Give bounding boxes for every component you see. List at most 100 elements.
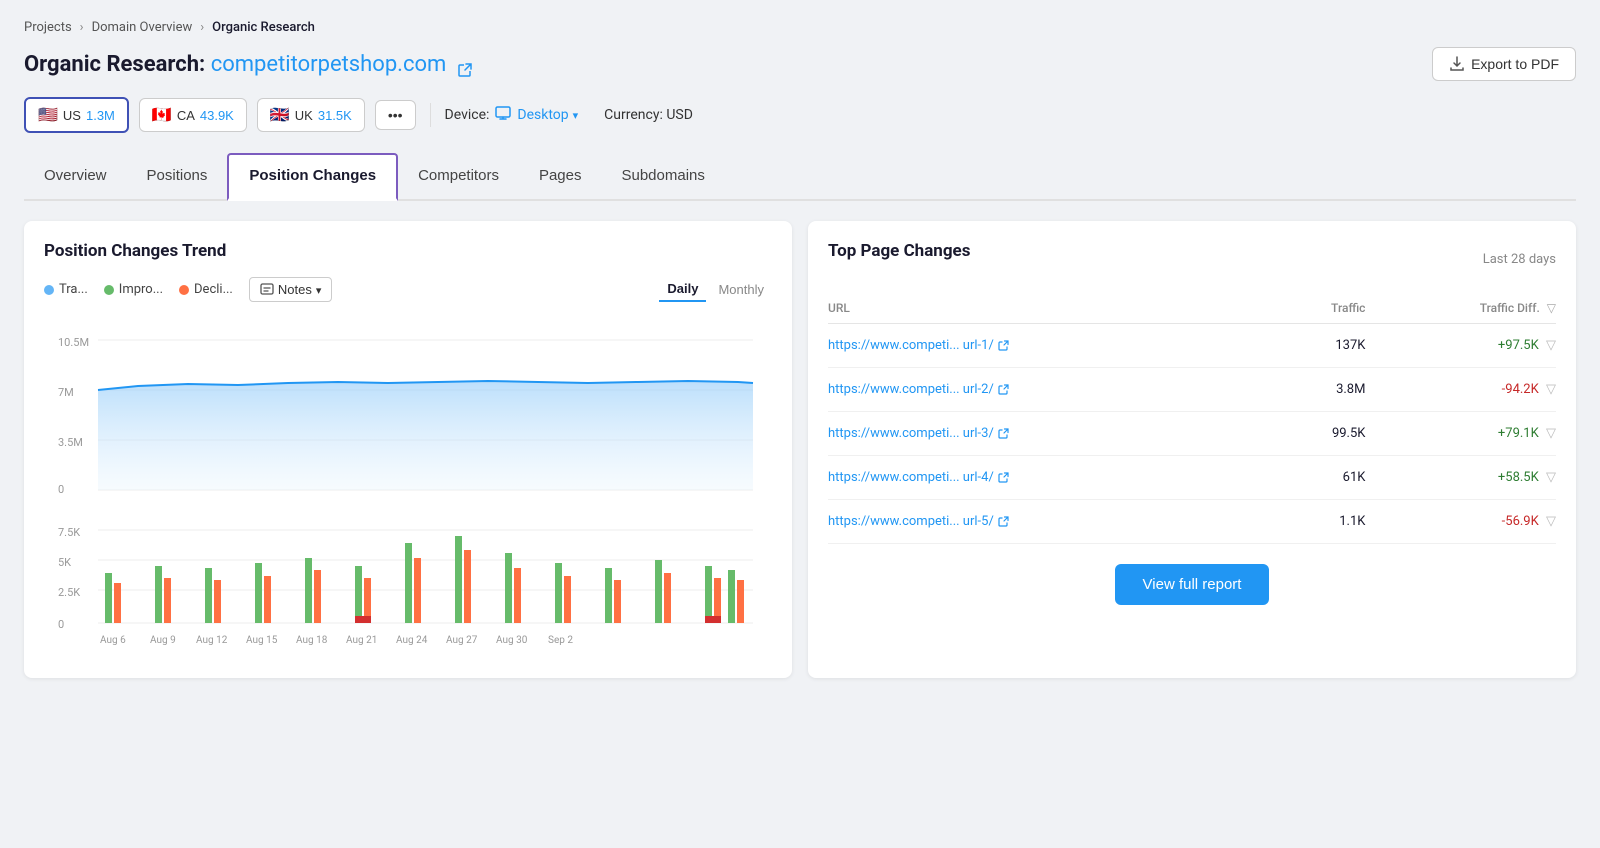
- url-link[interactable]: https://www.competi... url-5/: [828, 514, 1280, 529]
- svg-text:Aug 18: Aug 18: [296, 635, 328, 646]
- svg-text:10.5M: 10.5M: [58, 336, 89, 349]
- chart-controls: Tra... Impro... Decli... Notes: [44, 277, 772, 302]
- row-filter-icon[interactable]: ▽: [1546, 470, 1556, 485]
- period-label: Last 28 days: [1483, 252, 1556, 267]
- tab-overview[interactable]: Overview: [24, 153, 127, 201]
- table-row: https://www.competi... url-2/ 3.8M -94.2…: [828, 368, 1556, 412]
- country-uk-button[interactable]: 🇬🇧 UK 31.5K: [257, 98, 365, 132]
- legend-declined: Decli...: [179, 282, 233, 297]
- monitor-icon: [495, 106, 513, 124]
- svg-text:Aug 9: Aug 9: [150, 635, 176, 646]
- svg-text:0: 0: [58, 618, 64, 631]
- tab-position-changes[interactable]: Position Changes: [227, 153, 398, 201]
- svg-text:Aug 30: Aug 30: [496, 635, 528, 646]
- url-link[interactable]: https://www.competi... url-4/: [828, 470, 1280, 485]
- url-link[interactable]: https://www.competi... url-1/: [828, 338, 1280, 353]
- trend-chart: 10.5M 7M 3.5M 0: [44, 318, 772, 658]
- view-full-report-button[interactable]: View full report: [1115, 564, 1270, 605]
- ca-flag: 🇨🇦: [152, 105, 172, 125]
- svg-text:2.5K: 2.5K: [58, 586, 80, 599]
- nav-tabs: Overview Positions Position Changes Comp…: [24, 153, 1576, 201]
- external-link-icon: [998, 428, 1009, 439]
- external-link-icon: [998, 384, 1009, 395]
- tab-positions[interactable]: Positions: [127, 153, 228, 201]
- row-filter-icon[interactable]: ▽: [1546, 514, 1556, 529]
- url-cell: https://www.competi... url-4/: [828, 456, 1280, 500]
- table-row: https://www.competi... url-3/ 99.5K +79.…: [828, 412, 1556, 456]
- url-link[interactable]: https://www.competi... url-3/: [828, 426, 1280, 441]
- url-cell: https://www.competi... url-3/: [828, 412, 1280, 456]
- breadcrumb-projects[interactable]: Projects: [24, 20, 72, 35]
- legend-traffic: Tra...: [44, 282, 88, 297]
- row-filter-icon[interactable]: ▽: [1546, 382, 1556, 397]
- tab-subdomains[interactable]: Subdomains: [601, 153, 724, 201]
- svg-text:7M: 7M: [58, 386, 74, 399]
- more-countries-button[interactable]: •••: [375, 100, 416, 130]
- country-us-button[interactable]: 🇺🇸 US 1.3M: [24, 97, 129, 133]
- export-pdf-button[interactable]: Export to PDF: [1432, 47, 1576, 81]
- table-header-row: URL Traffic Traffic Diff. ▽: [828, 293, 1556, 324]
- row-filter-icon[interactable]: ▽: [1546, 426, 1556, 441]
- legend-dot-traffic: [44, 285, 54, 295]
- tab-competitors[interactable]: Competitors: [398, 153, 519, 201]
- svg-text:Aug 21: Aug 21: [346, 635, 377, 646]
- svg-text:7.5K: 7.5K: [58, 526, 80, 539]
- tab-pages[interactable]: Pages: [519, 153, 602, 201]
- table-row: https://www.competi... url-4/ 61K +58.5K…: [828, 456, 1556, 500]
- traffic-cell: 61K: [1280, 456, 1366, 500]
- diff-cell: -94.2K ▽: [1365, 368, 1556, 412]
- svg-text:5K: 5K: [58, 556, 71, 569]
- legend-dot-improved: [104, 285, 114, 295]
- svg-text:Aug 24: Aug 24: [396, 635, 428, 646]
- diff-cell: +97.5K ▽: [1365, 324, 1556, 368]
- diff-cell: +79.1K ▽: [1365, 412, 1556, 456]
- external-link-icon: [998, 472, 1009, 483]
- row-filter-icon[interactable]: ▽: [1546, 338, 1556, 353]
- legend-dot-declined: [179, 285, 189, 295]
- upload-icon: [1449, 56, 1465, 72]
- filter-icon[interactable]: ▽: [1547, 301, 1556, 315]
- url-cell: https://www.competi... url-2/: [828, 368, 1280, 412]
- page-title: Organic Research: competitorpetshop.com: [24, 52, 472, 77]
- chevron-down-icon: [573, 107, 579, 123]
- svg-text:3.5M: 3.5M: [58, 436, 83, 449]
- device-selector: Device: Desktop: [445, 106, 579, 124]
- trend-card-title: Position Changes Trend: [44, 241, 772, 261]
- traffic-cell: 137K: [1280, 324, 1366, 368]
- svg-text:Aug 6: Aug 6: [100, 635, 126, 646]
- col-traffic: Traffic: [1280, 293, 1366, 324]
- notes-button[interactable]: Notes: [249, 277, 333, 302]
- diff-cell: +58.5K ▽: [1365, 456, 1556, 500]
- top-page-changes-card: Top Page Changes Last 28 days URL Traffi…: [808, 221, 1576, 678]
- breadcrumb-domain-overview[interactable]: Domain Overview: [92, 20, 193, 35]
- uk-flag: 🇬🇧: [270, 105, 290, 125]
- svg-text:Sep 2: Sep 2: [548, 635, 573, 646]
- svg-text:Aug 27: Aug 27: [446, 635, 478, 646]
- us-flag: 🇺🇸: [38, 105, 58, 125]
- traffic-cell: 1.1K: [1280, 500, 1366, 544]
- diff-cell: -56.9K ▽: [1365, 500, 1556, 544]
- chart-area: 10.5M 7M 3.5M 0: [44, 318, 772, 658]
- traffic-cell: 99.5K: [1280, 412, 1366, 456]
- view-toggle: Daily Monthly: [659, 277, 772, 302]
- url-cell: https://www.competi... url-5/: [828, 500, 1280, 544]
- svg-text:Aug 12: Aug 12: [196, 635, 228, 646]
- device-dropdown[interactable]: Desktop: [495, 106, 578, 124]
- top-changes-table: URL Traffic Traffic Diff. ▽ https://www.…: [828, 293, 1556, 544]
- separator: [430, 103, 431, 127]
- col-traffic-diff: Traffic Diff. ▽: [1365, 293, 1556, 324]
- country-ca-button[interactable]: 🇨🇦 CA 43.9K: [139, 98, 247, 132]
- notes-chevron-icon: [316, 282, 322, 297]
- col-url: URL: [828, 293, 1280, 324]
- legend-improved: Impro...: [104, 282, 163, 297]
- url-link[interactable]: https://www.competi... url-2/: [828, 382, 1280, 397]
- traffic-cell: 3.8M: [1280, 368, 1366, 412]
- external-link-icon: [998, 340, 1009, 351]
- currency-label: Currency: USD: [604, 107, 693, 123]
- external-link-icon[interactable]: [458, 58, 472, 72]
- breadcrumb-current: Organic Research: [212, 20, 315, 35]
- url-cell: https://www.competi... url-1/: [828, 324, 1280, 368]
- monthly-view-button[interactable]: Monthly: [710, 277, 772, 302]
- external-link-icon: [998, 516, 1009, 527]
- daily-view-button[interactable]: Daily: [659, 277, 706, 302]
